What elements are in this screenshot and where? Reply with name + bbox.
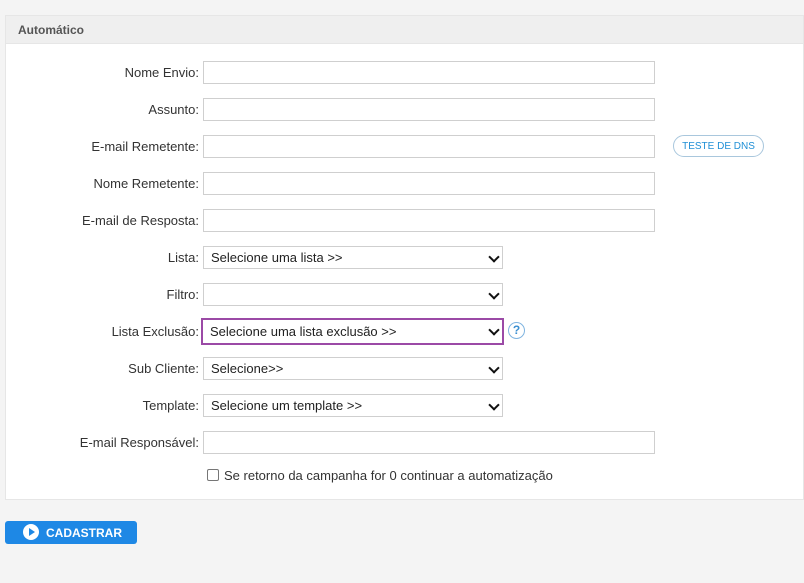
chevron-down-icon: [488, 324, 500, 336]
sub-cliente-select[interactable]: Selecione>>: [203, 357, 503, 380]
continuar-automatizacao-checkbox[interactable]: [207, 469, 219, 481]
template-selected-value: Selecione um template >>: [211, 398, 363, 413]
chevron-down-icon: [488, 288, 500, 300]
nome-envio-label: Nome Envio:: [124, 65, 199, 80]
row-template: Template: Selecione um template >>: [6, 394, 804, 418]
email-remetente-label: E-mail Remetente:: [91, 139, 199, 154]
lista-exclusao-label: Lista Exclusão:: [111, 324, 199, 339]
cadastrar-label: CADASTRAR: [46, 526, 122, 540]
sub-cliente-selected-value: Selecione>>: [211, 361, 284, 376]
lista-label: Lista:: [167, 250, 199, 265]
nome-envio-input[interactable]: [203, 61, 655, 84]
lista-exclusao-selected-value: Selecione uma lista exclusão >>: [210, 324, 397, 339]
automatico-panel: Automático Nome Envio: Assunto: E-mail R…: [5, 15, 804, 500]
lista-select[interactable]: Selecione uma lista >>: [203, 246, 503, 269]
lista-exclusao-select[interactable]: Selecione uma lista exclusão >>: [201, 318, 504, 345]
template-label: Template:: [142, 398, 199, 413]
email-remetente-input[interactable]: [203, 135, 655, 158]
row-email-responsavel: E-mail Responsável:: [6, 431, 804, 455]
play-circle-icon: [23, 524, 39, 540]
row-lista: Lista: Selecione uma lista >>: [6, 246, 804, 270]
sub-cliente-label: Sub Cliente:: [128, 361, 199, 376]
chevron-down-icon: [488, 362, 500, 374]
row-nome-envio: Nome Envio:: [6, 61, 804, 85]
continuar-automatizacao-label[interactable]: Se retorno da campanha for 0 continuar a…: [224, 468, 553, 483]
nome-remetente-input[interactable]: [203, 172, 655, 195]
teste-dns-button[interactable]: TESTE DE DNS: [673, 135, 764, 157]
assunto-input[interactable]: [203, 98, 655, 121]
email-resposta-label: E-mail de Resposta:: [81, 213, 199, 228]
nome-remetente-label: Nome Remetente:: [93, 176, 200, 191]
row-nome-remetente: Nome Remetente:: [6, 172, 804, 196]
chevron-down-icon: [488, 399, 500, 411]
template-select[interactable]: Selecione um template >>: [203, 394, 503, 417]
row-sub-cliente: Sub Cliente: Selecione>>: [6, 357, 804, 381]
cadastrar-button[interactable]: CADASTRAR: [5, 521, 137, 544]
row-assunto: Assunto:: [6, 98, 804, 122]
email-resposta-input[interactable]: [203, 209, 655, 232]
row-email-resposta: E-mail de Resposta:: [6, 209, 804, 233]
row-email-remetente: E-mail Remetente: TESTE DE DNS: [6, 135, 804, 159]
row-lista-exclusao: Lista Exclusão: Selecione uma lista excl…: [6, 318, 804, 345]
filtro-select[interactable]: [203, 283, 503, 306]
panel-title: Automático: [6, 16, 803, 44]
assunto-label: Assunto:: [148, 102, 199, 117]
help-icon[interactable]: ?: [508, 322, 525, 339]
lista-selected-value: Selecione uma lista >>: [211, 250, 343, 265]
email-responsavel-label: E-mail Responsável:: [79, 435, 199, 450]
filtro-label: Filtro:: [166, 287, 200, 302]
chevron-down-icon: [488, 251, 500, 263]
email-responsavel-input[interactable]: [203, 431, 655, 454]
row-filtro: Filtro:: [6, 283, 804, 307]
